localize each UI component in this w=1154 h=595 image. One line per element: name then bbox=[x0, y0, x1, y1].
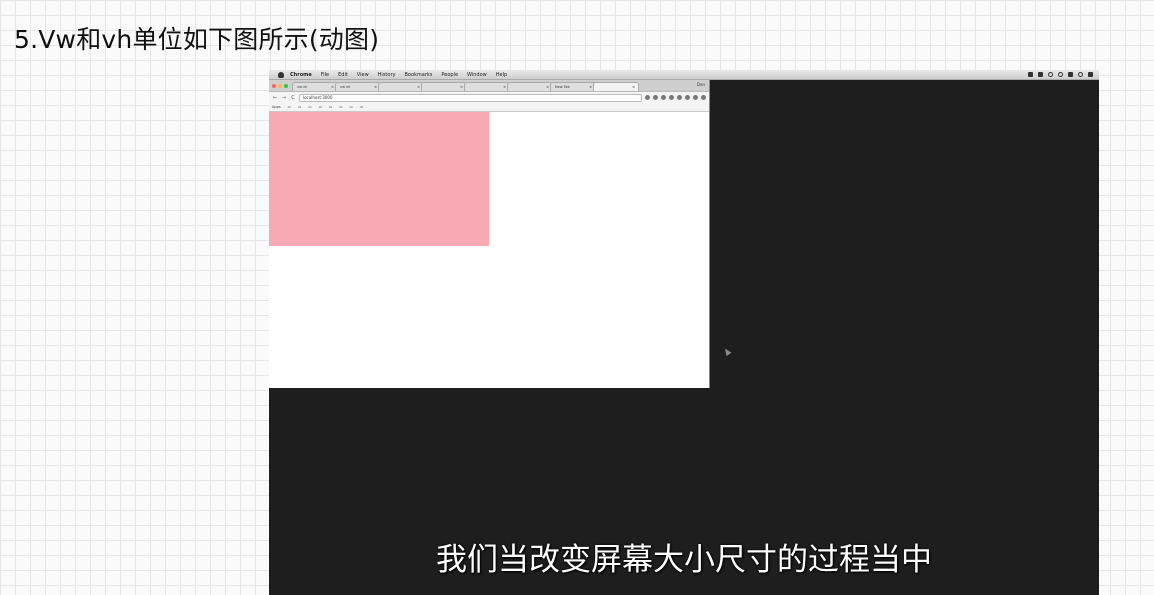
mac-menu: Chrome File Edit View History Bookmarks People… bbox=[290, 72, 507, 78]
search-icon[interactable] bbox=[1078, 72, 1083, 77]
menubar-item[interactable]: Window bbox=[467, 72, 487, 78]
close-icon[interactable]: × bbox=[589, 85, 592, 89]
menubar-item[interactable]: Chrome bbox=[290, 72, 312, 78]
window-controls bbox=[272, 84, 288, 88]
extension-icons bbox=[645, 95, 706, 100]
close-icon[interactable] bbox=[272, 84, 276, 88]
browser-tab[interactable]: × bbox=[507, 82, 553, 91]
extension-icon[interactable] bbox=[669, 95, 674, 100]
close-icon[interactable]: × bbox=[374, 85, 377, 89]
menubar-item[interactable]: Help bbox=[496, 72, 507, 78]
mac-menubar: Chrome File Edit View History Bookmarks People… bbox=[269, 70, 1099, 80]
browser-window: vw vh × vw vh × × × × × New Tab × × Dan ← → C loca… bbox=[269, 80, 710, 388]
menubar-item[interactable]: Bookmarks bbox=[404, 72, 432, 78]
bookmark-item[interactable]: ▭ bbox=[360, 105, 363, 109]
extension-icon[interactable] bbox=[661, 95, 666, 100]
browser-toolbar: ← → C localhost:3000 bbox=[269, 92, 709, 103]
page-viewport bbox=[269, 112, 709, 388]
browser-tab[interactable]: × bbox=[593, 82, 639, 91]
extension-icon[interactable] bbox=[645, 95, 650, 100]
extension-icon[interactable] bbox=[677, 95, 682, 100]
menubar-item[interactable]: Edit bbox=[338, 72, 348, 78]
address-bar[interactable]: localhost:3000 bbox=[299, 93, 642, 102]
video-subtitle: 我们当改变屏幕大小尺寸的过程当中 bbox=[436, 542, 932, 578]
url-text: localhost:3000 bbox=[303, 95, 333, 100]
apple-icon[interactable] bbox=[278, 71, 284, 78]
extension-icon[interactable] bbox=[685, 95, 690, 100]
browser-tab[interactable]: × bbox=[378, 82, 424, 91]
mouse-cursor-icon bbox=[722, 346, 732, 357]
menubar-item[interactable]: View bbox=[357, 72, 369, 78]
browser-tab[interactable]: × bbox=[421, 82, 467, 91]
menu-icon[interactable] bbox=[1088, 72, 1093, 77]
browser-tab[interactable]: vw vh × bbox=[292, 82, 338, 91]
close-icon[interactable]: × bbox=[417, 85, 420, 89]
bookmark-item[interactable]: ▭ bbox=[319, 105, 322, 109]
close-icon[interactable]: × bbox=[632, 85, 635, 89]
forward-icon[interactable]: → bbox=[281, 95, 287, 101]
menu-icon[interactable] bbox=[701, 95, 706, 100]
tab-label: vw vh bbox=[297, 85, 308, 89]
menubar-item[interactable]: History bbox=[378, 72, 396, 78]
reload-icon[interactable]: C bbox=[290, 95, 296, 101]
bookmark-item[interactable]: Apps bbox=[272, 105, 281, 109]
extension-icon[interactable] bbox=[653, 95, 658, 100]
back-icon[interactable]: ← bbox=[272, 95, 278, 101]
status-icon[interactable] bbox=[1058, 72, 1063, 77]
screen-recording: Chrome File Edit View History Bookmarks People… bbox=[269, 70, 1099, 595]
menubar-item[interactable]: File bbox=[321, 72, 329, 78]
bookmark-item[interactable]: ▭ bbox=[308, 105, 311, 109]
status-icon[interactable] bbox=[1048, 72, 1053, 77]
maximize-icon[interactable] bbox=[284, 84, 288, 88]
bookmarks-bar: Apps ▭ ▭ ▭ ▭ ▭ ▭ ▭ ▭ bbox=[269, 103, 709, 112]
close-icon[interactable]: × bbox=[460, 85, 463, 89]
tab-strip: vw vh × vw vh × × × × × New Tab × × Dan bbox=[269, 80, 709, 92]
close-icon[interactable]: × bbox=[546, 85, 549, 89]
minimize-icon[interactable] bbox=[278, 84, 282, 88]
browser-tab[interactable]: vw vh × bbox=[335, 82, 381, 91]
bookmark-item[interactable]: ▭ bbox=[298, 105, 301, 109]
extension-icon[interactable] bbox=[693, 95, 698, 100]
tabs: vw vh × vw vh × × × × × New Tab × × bbox=[292, 82, 639, 91]
status-icon[interactable] bbox=[1028, 72, 1033, 77]
tab-label: vw vh bbox=[340, 85, 351, 89]
browser-tab[interactable]: New Tab × bbox=[550, 82, 596, 91]
close-icon[interactable]: × bbox=[503, 85, 506, 89]
browser-tab[interactable]: × bbox=[464, 82, 510, 91]
menubar-item[interactable]: People bbox=[441, 72, 458, 78]
status-icons bbox=[1028, 72, 1093, 77]
vw-vh-box bbox=[269, 112, 489, 246]
profile-button[interactable]: Dan bbox=[697, 82, 705, 87]
bookmark-item[interactable]: ▭ bbox=[339, 105, 342, 109]
bookmark-item[interactable]: ▭ bbox=[329, 105, 332, 109]
slide-title: 5.Vw和vh单位如下图所示(动图) bbox=[14, 25, 380, 54]
bookmark-item[interactable]: ▭ bbox=[350, 105, 353, 109]
status-icon[interactable] bbox=[1038, 72, 1043, 77]
bookmark-item[interactable]: ▭ bbox=[288, 105, 291, 109]
status-icon[interactable] bbox=[1068, 72, 1073, 77]
tab-label: New Tab bbox=[555, 85, 570, 89]
close-icon[interactable]: × bbox=[331, 85, 334, 89]
